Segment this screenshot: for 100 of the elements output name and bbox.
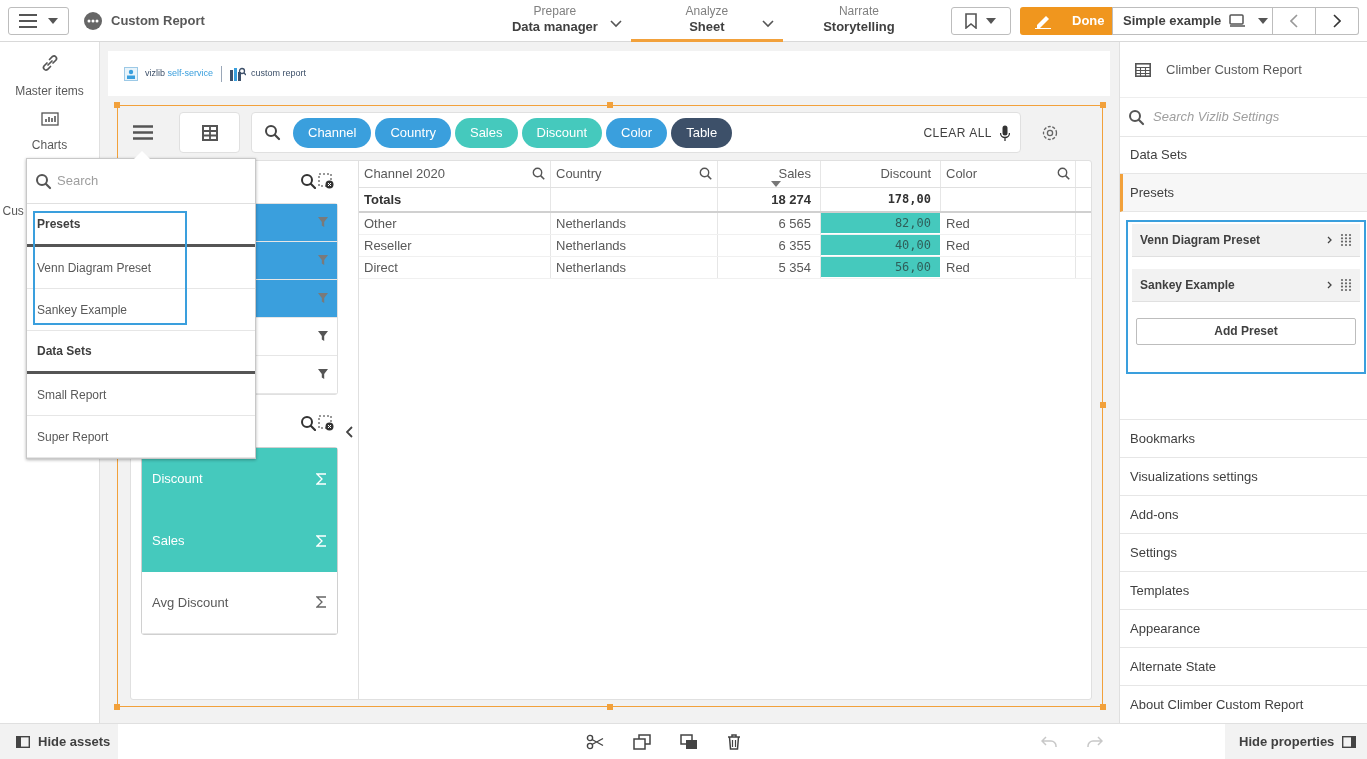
table-cell: Netherlands [551, 234, 718, 256]
table-cell: Red [941, 212, 1076, 234]
chevron-right-icon[interactable] [1327, 235, 1332, 244]
menu-item[interactable]: Super Report [27, 416, 255, 458]
asset-label[interactable]: Charts [31, 136, 68, 154]
link-icon[interactable] [40, 54, 59, 72]
clear-all-button[interactable]: CLEAR ALL [923, 123, 992, 142]
mode-tab[interactable]: Prepare Data manager [478, 0, 631, 42]
column-header[interactable]: Country [551, 160, 718, 187]
column-header[interactable]: Discount [821, 160, 941, 187]
resize-handle[interactable] [607, 704, 613, 710]
properties-section[interactable]: About Climber Custom Report [1120, 685, 1367, 723]
search-icon[interactable] [1057, 167, 1070, 181]
table-cell: Red [941, 256, 1076, 278]
asset-label[interactable]: Cus [2, 202, 24, 220]
search-icon[interactable] [300, 414, 316, 431]
properties-section[interactable]: Appearance [1120, 609, 1367, 647]
asset-label[interactable]: Master items [15, 82, 84, 100]
preset-item[interactable]: Sankey Example [1132, 268, 1360, 302]
search-icon[interactable] [699, 167, 712, 181]
menu-icon[interactable] [18, 13, 37, 28]
panel-right-icon[interactable] [1342, 735, 1357, 748]
properties-section[interactable]: Settings [1120, 533, 1367, 571]
sheet-button[interactable]: Simple example [1112, 6, 1273, 35]
column-header[interactable]: Channel 2020 [359, 160, 551, 187]
caret-icon[interactable] [1257, 16, 1270, 25]
trash-icon[interactable] [727, 733, 741, 750]
search-icon[interactable] [300, 172, 316, 189]
microphone-icon[interactable] [1000, 124, 1010, 141]
sigma-icon[interactable] [316, 596, 327, 609]
properties-section[interactable]: Bookmarks [1120, 419, 1367, 457]
search-icon[interactable] [264, 124, 281, 142]
duplicate-icon[interactable] [680, 733, 698, 750]
panel-title: Climber Custom Report [1166, 60, 1302, 79]
drag-handle-icon[interactable] [1340, 232, 1352, 247]
table-cell: 82,00 [821, 212, 941, 234]
chevron-right-icon[interactable] [1327, 280, 1332, 289]
scissors-icon[interactable] [586, 733, 604, 750]
mode-tab[interactable]: Narrate Storytelling [782, 0, 935, 42]
properties-section[interactable]: Presets [1120, 174, 1367, 212]
report-icon [230, 66, 247, 81]
totals-cell-text: Totals [364, 190, 402, 209]
filter-icon[interactable] [318, 369, 328, 380]
caret-icon[interactable] [46, 16, 59, 25]
table-cell: Netherlands [551, 256, 718, 278]
next-button[interactable] [1316, 6, 1359, 35]
search-icon[interactable] [532, 167, 545, 181]
chevron-right-icon[interactable] [1333, 13, 1341, 28]
bar-chart-icon[interactable] [40, 112, 59, 126]
hide-assets-button[interactable]: Hide assets [0, 723, 118, 759]
resize-handle[interactable] [1100, 402, 1106, 408]
product-label: custom report [251, 66, 307, 80]
resize-handle[interactable] [114, 704, 120, 710]
totals-cell-text: 18 274 [771, 190, 811, 209]
grid-icon[interactable] [201, 124, 218, 141]
column-header[interactable]: Color [941, 160, 1076, 187]
settings-search-field[interactable]: Search Vizlib Settings [1153, 107, 1353, 127]
bookmark-button[interactable] [951, 6, 1011, 35]
screen-icon[interactable] [1229, 14, 1246, 27]
copy-icon[interactable] [633, 733, 651, 750]
field-chip[interactable]: Table [671, 117, 733, 148]
brand-label: vizlib self-service [145, 66, 214, 80]
table-cell: Netherlands [551, 212, 718, 234]
resize-handle[interactable] [1100, 102, 1106, 108]
table-cell: Red [941, 234, 1076, 256]
bookmark-icon[interactable] [965, 12, 977, 29]
more-icon[interactable] [84, 11, 102, 30]
properties-section[interactable]: Alternate State [1120, 647, 1367, 685]
properties-section[interactable]: Templates [1120, 571, 1367, 609]
resize-handle[interactable] [114, 102, 120, 108]
table-cell: 40,00 [821, 234, 941, 256]
table-cell: Reseller [359, 234, 551, 256]
column-header[interactable]: Sales [718, 160, 821, 187]
caret-icon[interactable] [985, 16, 997, 25]
search-icon[interactable] [35, 172, 52, 190]
menu-icon[interactable] [133, 125, 153, 141]
hide-properties-button[interactable]: Hide properties [1225, 723, 1367, 759]
properties-section[interactable]: Visualizations settings [1120, 457, 1367, 495]
menu-item[interactable]: Venn Diagram Preset [27, 247, 255, 289]
search-icon[interactable] [1128, 108, 1145, 126]
menu-item[interactable]: Sankey Example [27, 289, 255, 331]
resize-handle[interactable] [1100, 704, 1106, 710]
drag-handle-icon[interactable] [1340, 277, 1352, 292]
table-cell: Other [359, 212, 551, 234]
menu-button[interactable] [8, 6, 69, 35]
clear-selection-icon[interactable] [318, 172, 334, 189]
menu-search-field[interactable]: Search [57, 171, 237, 191]
table-cell: 56,00 [821, 256, 941, 278]
add-preset-button[interactable]: Add Preset [1136, 317, 1356, 345]
filter-icon[interactable] [318, 331, 328, 342]
panel-left-icon[interactable] [16, 735, 30, 748]
preset-item[interactable]: Venn Diagram Preset [1132, 223, 1360, 257]
chevron-left-icon[interactable] [346, 425, 353, 438]
table-view-button[interactable] [179, 112, 240, 154]
sort-descending-icon[interactable] [771, 180, 781, 187]
menu-item[interactable]: Small Report [27, 374, 255, 416]
settings-icon[interactable] [1041, 123, 1059, 142]
resize-handle[interactable] [607, 102, 613, 108]
properties-section[interactable]: Add-ons [1120, 495, 1367, 533]
clear-selection-icon[interactable] [318, 414, 334, 431]
